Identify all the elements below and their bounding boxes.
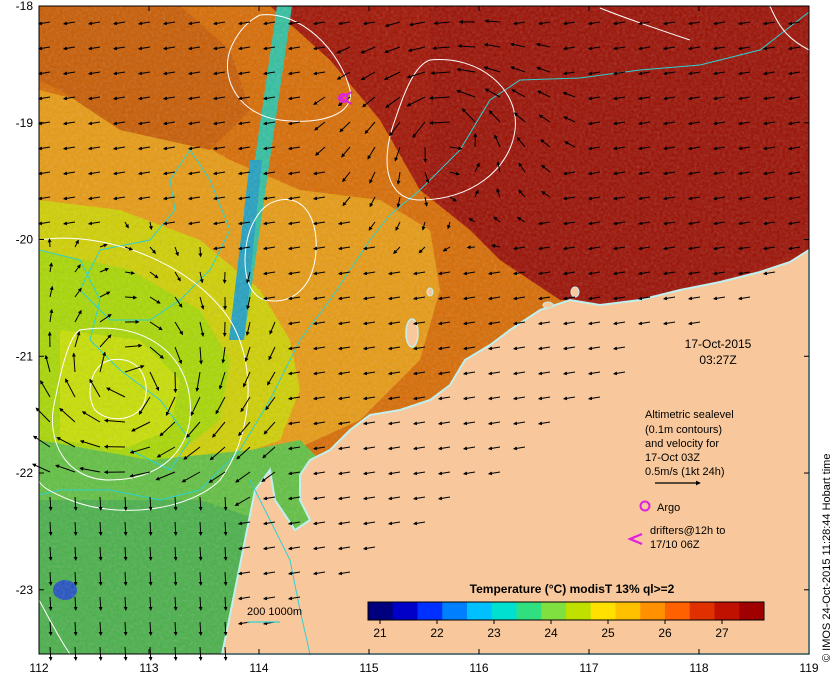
lon-tick-label: 112 xyxy=(29,661,48,675)
colorbar-swatch xyxy=(417,602,443,620)
colorbar-swatch xyxy=(566,602,592,620)
colorbar-swatches xyxy=(368,602,765,620)
velocity-arrow xyxy=(124,295,138,300)
lat-tick-label: -23 xyxy=(16,583,34,597)
colorbar-swatch xyxy=(541,602,567,620)
sst-map: 112 113 114 115 116 117 118 119 -18 -19 -20 -21 -22… xyxy=(16,0,833,675)
lon-tick-label: 116 xyxy=(469,661,488,675)
drifters-line-2: 17/10 06Z xyxy=(650,539,700,551)
colorbar-tick-label: 25 xyxy=(601,626,615,640)
lat-tick-label: -19 xyxy=(16,116,34,130)
credit-label: © IMOS 24-Oct-2015 11:28:44 Hobart time xyxy=(821,454,833,662)
lon-tick-label: 114 xyxy=(249,661,268,675)
colorbar-swatch xyxy=(739,602,765,620)
velocity-scale-label: 0.5m/s (1kt 24h) xyxy=(645,466,724,478)
lat-tick-label: -20 xyxy=(16,233,34,247)
colorbar-swatch xyxy=(615,602,641,620)
colorbar-tick-label: 22 xyxy=(430,626,444,640)
lat-tick-label: -21 xyxy=(16,349,34,363)
lon-tick-label: 115 xyxy=(359,661,378,675)
colorbar-swatch xyxy=(392,602,418,620)
colorbar-swatch xyxy=(590,602,616,620)
island xyxy=(570,286,580,298)
colorbar-tick-label: 23 xyxy=(487,626,501,640)
colorbar-swatch xyxy=(516,602,542,620)
lon-tick-label: 113 xyxy=(139,661,158,675)
lon-tick-label: 119 xyxy=(799,661,818,675)
colorbar-swatch xyxy=(442,602,468,620)
colorbar-tick-label: 27 xyxy=(715,626,729,640)
colorbar-swatch xyxy=(368,602,394,620)
colorbar-tick-label: 24 xyxy=(544,626,558,640)
time-label: 03:27Z xyxy=(699,353,736,367)
sealevel-line-3: and velocity for xyxy=(645,438,719,450)
velocity-arrow xyxy=(198,246,203,258)
lon-tick-label: 117 xyxy=(579,661,598,675)
colorbar-tick-label: 26 xyxy=(658,626,672,640)
lat-tick-label: -18 xyxy=(16,0,34,13)
lon-tick-label: 118 xyxy=(689,661,708,675)
sealevel-line-1: Altimetric sealevel xyxy=(645,409,734,421)
colorbar-swatch xyxy=(467,602,493,620)
colorbar-swatch xyxy=(714,602,740,620)
lat-tick-label: -22 xyxy=(16,466,34,480)
colorbar-swatch xyxy=(689,602,715,620)
colorbar-swatch xyxy=(491,602,517,620)
date-label: 17-Oct-2015 xyxy=(685,337,752,351)
colorbar-title: Temperature (°C) modisT 13% ql>=2 xyxy=(470,582,675,596)
isobath-label: 200 1000m xyxy=(247,606,302,618)
sealevel-line-2: (0.1m contours) xyxy=(645,424,722,436)
colorbar-swatch xyxy=(640,602,666,620)
sealevel-line-4: 17-Oct 03Z xyxy=(645,452,700,464)
colorbar-swatch xyxy=(665,602,691,620)
drifters-line-1: drifters@12h to xyxy=(650,525,725,537)
island xyxy=(426,287,434,297)
argo-legend-label: Argo xyxy=(657,502,680,514)
velocity-arrow xyxy=(47,238,52,248)
colorbar-tick-label: 21 xyxy=(373,626,387,640)
island xyxy=(542,301,554,309)
